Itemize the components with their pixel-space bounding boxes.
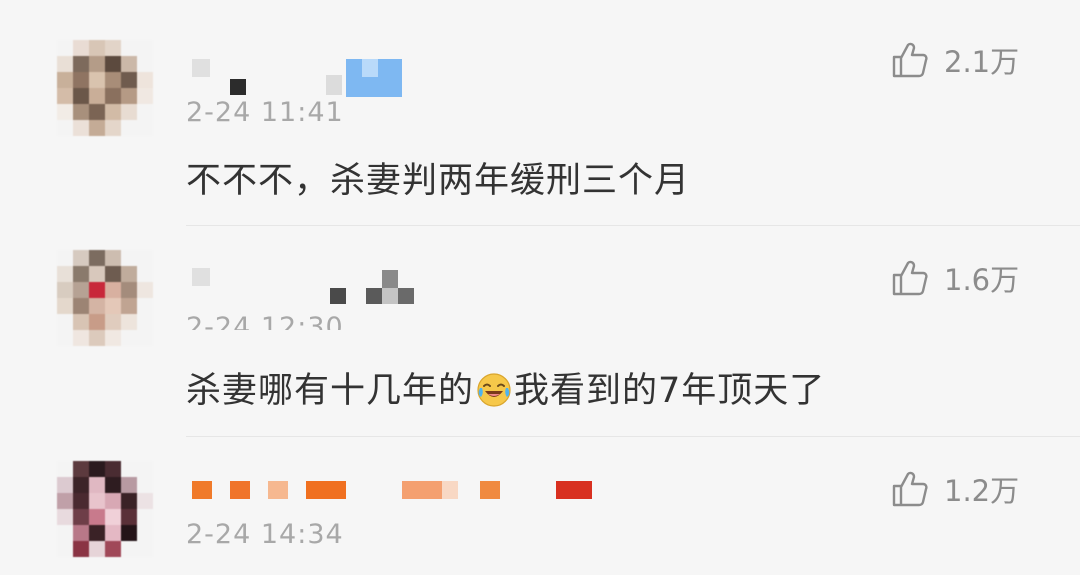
thumbs-up-icon	[892, 42, 928, 78]
like-count: 1.2万	[944, 474, 1020, 508]
like-button[interactable]: 1.6万	[890, 258, 1019, 298]
comment-item: 2-24 11:41 不不不，杀妻判两年缓刑三个月 2.1万	[0, 0, 1080, 225]
username-redacted[interactable]	[186, 57, 606, 97]
comment-timestamp: 2-24 14:34	[186, 519, 344, 550]
comment-timestamp: 2-24 12:30	[186, 312, 344, 330]
username-redacted[interactable]	[186, 262, 606, 304]
username-redacted[interactable]	[186, 477, 606, 517]
comment-item: 2-24 12:30 杀妻哪有十几年的 我看到的7年顶天了 1.6万	[0, 226, 1080, 436]
avatar[interactable]	[57, 461, 153, 557]
avatar[interactable]	[57, 40, 153, 136]
comment-item: 2-24 14:34 1.2万	[0, 437, 1080, 575]
like-count: 1.6万	[944, 263, 1020, 297]
comment-text-part: 我看到的7年顶天了	[514, 371, 826, 411]
like-button[interactable]: 2.1万	[890, 40, 1019, 80]
comment-text: 杀妻哪有十几年的 我看到的7年顶天了	[186, 362, 825, 413]
thumbs-up-icon	[892, 471, 928, 507]
like-count: 2.1万	[944, 45, 1020, 79]
like-button[interactable]: 1.2万	[890, 469, 1019, 509]
comment-text-part: 杀妻哪有十几年的	[186, 371, 475, 411]
comment-list: 2-24 11:41 不不不，杀妻判两年缓刑三个月 2.1万 2-24 12:3…	[0, 0, 1080, 575]
thumbs-up-icon	[892, 260, 928, 296]
avatar[interactable]	[57, 250, 153, 346]
comment-text: 不不不，杀妻判两年缓刑三个月	[186, 161, 691, 201]
laughing-crying-emoji	[477, 373, 511, 407]
comment-timestamp: 2-24 11:41	[186, 97, 344, 128]
